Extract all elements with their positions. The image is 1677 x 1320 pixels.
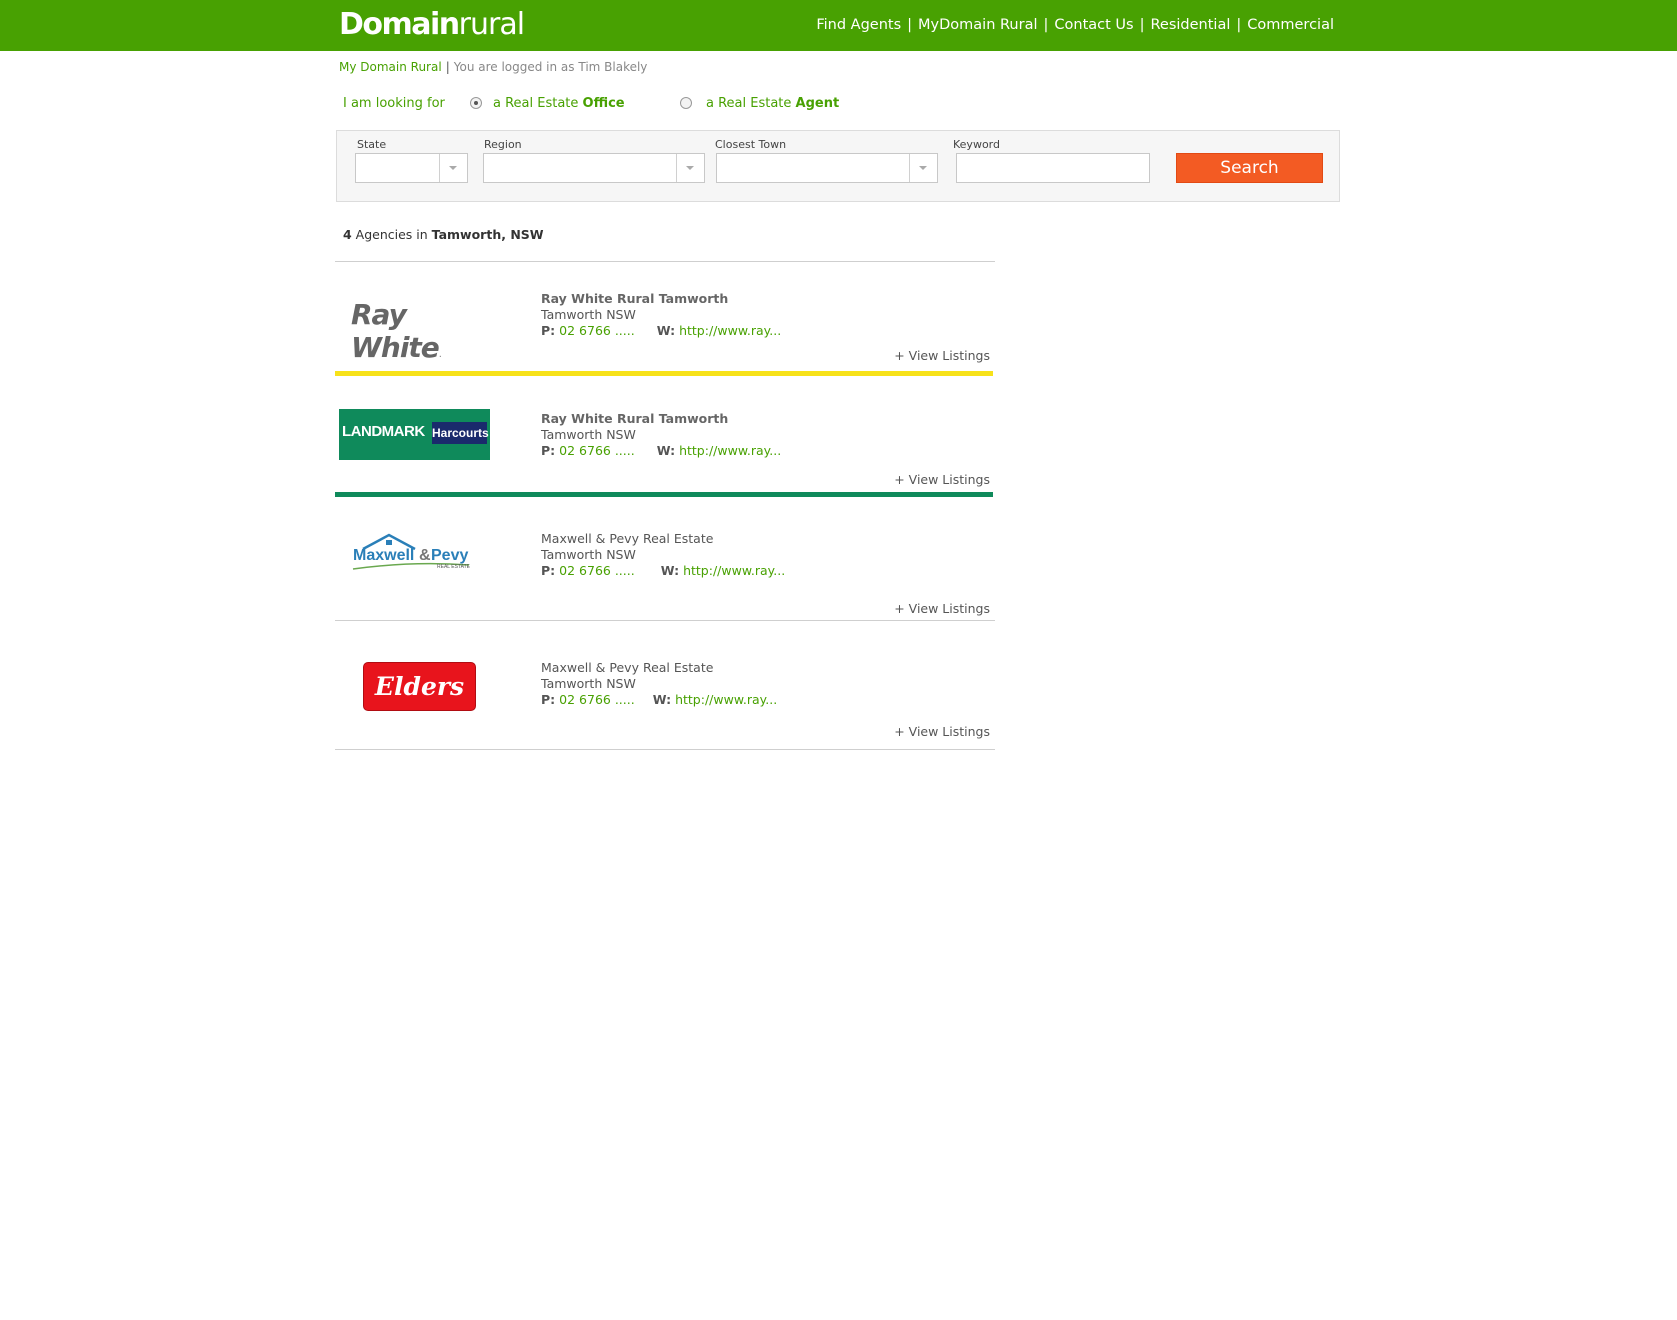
ray-white-logo-text: Ray White (351, 298, 440, 364)
region-select[interactable] (483, 153, 705, 183)
landmark-logo-text: LANDMARK (342, 423, 425, 440)
agency-contact: P: 02 6766 ..... W: http://www.ray... (541, 443, 781, 459)
radio-office[interactable] (470, 97, 482, 109)
web-label: W: (656, 443, 676, 458)
phone-link[interactable]: 02 6766 ..... (559, 563, 635, 578)
nav-contact-us[interactable]: Contact Us (1054, 17, 1133, 33)
view-listings-link[interactable]: + View Listings (894, 472, 990, 487)
main-nav: Find Agents | MyDomain Rural | Contact Us | Re… (816, 17, 1334, 33)
nav-separator: | (1236, 17, 1242, 33)
web-label: W: (652, 692, 672, 707)
region-label: Region (484, 138, 522, 151)
agency-info: Ray White Rural Tamworth Tamworth NSW P:… (541, 291, 781, 339)
web-link[interactable]: http://www.ray... (679, 443, 781, 458)
option-office-bold: Office (582, 96, 625, 111)
phone-label: P: (541, 323, 556, 338)
phone-label: P: (541, 563, 556, 578)
agency-town: Tamworth NSW (541, 307, 636, 322)
results-count: 4 Agencies in Tamworth, NSW (343, 227, 544, 242)
landmark-harcourts-logo[interactable]: LANDMARK Harcourts (339, 409, 490, 460)
ray-white-logo[interactable]: Ray White. (351, 298, 501, 364)
radio-agent[interactable] (680, 97, 692, 109)
agency-town: Tamworth NSW (541, 427, 636, 442)
closest-town-label: Closest Town (715, 138, 787, 151)
agency-info: Ray White Rural Tamworth Tamworth NSW P:… (541, 411, 781, 459)
state-label: State (357, 138, 387, 151)
results-location: Tamworth, NSW (431, 227, 544, 242)
breadcrumb-my-domain-rural[interactable]: My Domain Rural (339, 60, 442, 74)
option-office-label[interactable]: a Real Estate Office (493, 96, 625, 111)
chevron-down-icon[interactable] (439, 154, 467, 182)
view-listings-link[interactable]: + View Listings (894, 348, 990, 363)
nav-separator: | (1043, 17, 1049, 33)
agency-contact: P: 02 6766 ..... W: http://www.ray... (541, 692, 777, 708)
maxwell-pevy-logo[interactable]: Maxwell & Pevy REAL ESTATE (351, 533, 481, 573)
agency-name[interactable]: Maxwell & Pevy Real Estate (541, 660, 777, 676)
phone-label: P: (541, 443, 556, 458)
elders-logo[interactable]: Elders (363, 662, 476, 711)
agency-name[interactable]: Ray White Rural Tamworth (541, 291, 781, 307)
chevron-down-icon[interactable] (909, 154, 937, 182)
nav-commercial[interactable]: Commercial (1247, 17, 1334, 33)
web-link[interactable]: http://www.ray... (675, 692, 777, 707)
search-button[interactable]: Search (1176, 153, 1323, 183)
phone-label: P: (541, 692, 556, 707)
nav-residential[interactable]: Residential (1151, 17, 1231, 33)
domain-rural-logo[interactable]: Domainrural (339, 7, 525, 43)
option-office-pre: a Real Estate (493, 96, 583, 111)
divider (335, 749, 995, 750)
agency-info: Maxwell & Pevy Real Estate Tamworth NSW … (541, 531, 785, 579)
web-link[interactable]: http://www.ray... (679, 323, 781, 338)
agency-name[interactable]: Maxwell & Pevy Real Estate (541, 531, 785, 547)
breadcrumb: My Domain Rural | You are logged in as Tim… (339, 60, 647, 74)
elders-logo-text: Elders (374, 672, 465, 701)
web-link[interactable]: http://www.ray... (683, 563, 785, 578)
chevron-down-icon[interactable] (676, 154, 704, 182)
agency-contact: P: 02 6766 ..... W: http://www.ray... (541, 563, 785, 579)
agency-item: Ray White. Ray White Rural Tamworth Tamw… (335, 262, 995, 370)
maxwell-logo-text: Maxwell (353, 547, 415, 564)
results-count-number: 4 (343, 227, 352, 242)
harcourts-logo-text: Harcourts (432, 422, 489, 444)
agency-town: Tamworth NSW (541, 676, 636, 691)
agency-item: Elders Maxwell & Pevy Real Estate Tamwor… (335, 621, 995, 749)
logo-bold-text: Domain (339, 7, 460, 42)
agency-info: Maxwell & Pevy Real Estate Tamworth NSW … (541, 660, 777, 708)
agency-item: Maxwell & Pevy REAL ESTATE Maxwell & Pev… (335, 497, 995, 620)
agency-town: Tamworth NSW (541, 547, 636, 562)
login-status: You are logged in as Tim Blakely (453, 60, 648, 74)
top-bar: Domainrural Find Agents | MyDomain Rural | C… (0, 0, 1677, 51)
results-count-mid: Agencies in (351, 227, 432, 242)
pevy-logo-text: Pevy (431, 547, 469, 564)
option-agent-bold: Agent (795, 96, 840, 111)
view-listings-link[interactable]: + View Listings (894, 724, 990, 739)
ray-white-logo-mark: . (438, 349, 442, 360)
view-listings-link[interactable]: + View Listings (894, 601, 990, 616)
looking-for-label: I am looking for (343, 96, 445, 111)
state-select[interactable] (355, 153, 468, 183)
phone-link[interactable]: 02 6766 ..... (559, 692, 635, 707)
web-label: W: (656, 323, 676, 338)
nav-separator: | (1139, 17, 1145, 33)
option-agent-pre: a Real Estate (706, 96, 796, 111)
option-agent-label[interactable]: a Real Estate Agent (706, 96, 839, 111)
closest-town-select[interactable] (716, 153, 938, 183)
maxwell-logo-amp: & (419, 547, 431, 564)
logo-light-text: rural (458, 7, 525, 42)
phone-link[interactable]: 02 6766 ..... (559, 323, 635, 338)
agency-name[interactable]: Ray White Rural Tamworth (541, 411, 781, 427)
keyword-label: Keyword (953, 138, 1000, 151)
phone-link[interactable]: 02 6766 ..... (559, 443, 635, 458)
agency-item: LANDMARK Harcourts Ray White Rural Tamwo… (335, 376, 995, 491)
nav-separator: | (907, 17, 913, 33)
agency-contact: P: 02 6766 ..... W: http://www.ray... (541, 323, 781, 339)
nav-mydomain-rural[interactable]: MyDomain Rural (918, 17, 1037, 33)
real-estate-logo-text: REAL ESTATE (437, 564, 470, 570)
keyword-input[interactable] (956, 153, 1150, 183)
nav-find-agents[interactable]: Find Agents (816, 17, 901, 33)
breadcrumb-separator: | (445, 60, 450, 74)
web-label: W: (660, 563, 680, 578)
